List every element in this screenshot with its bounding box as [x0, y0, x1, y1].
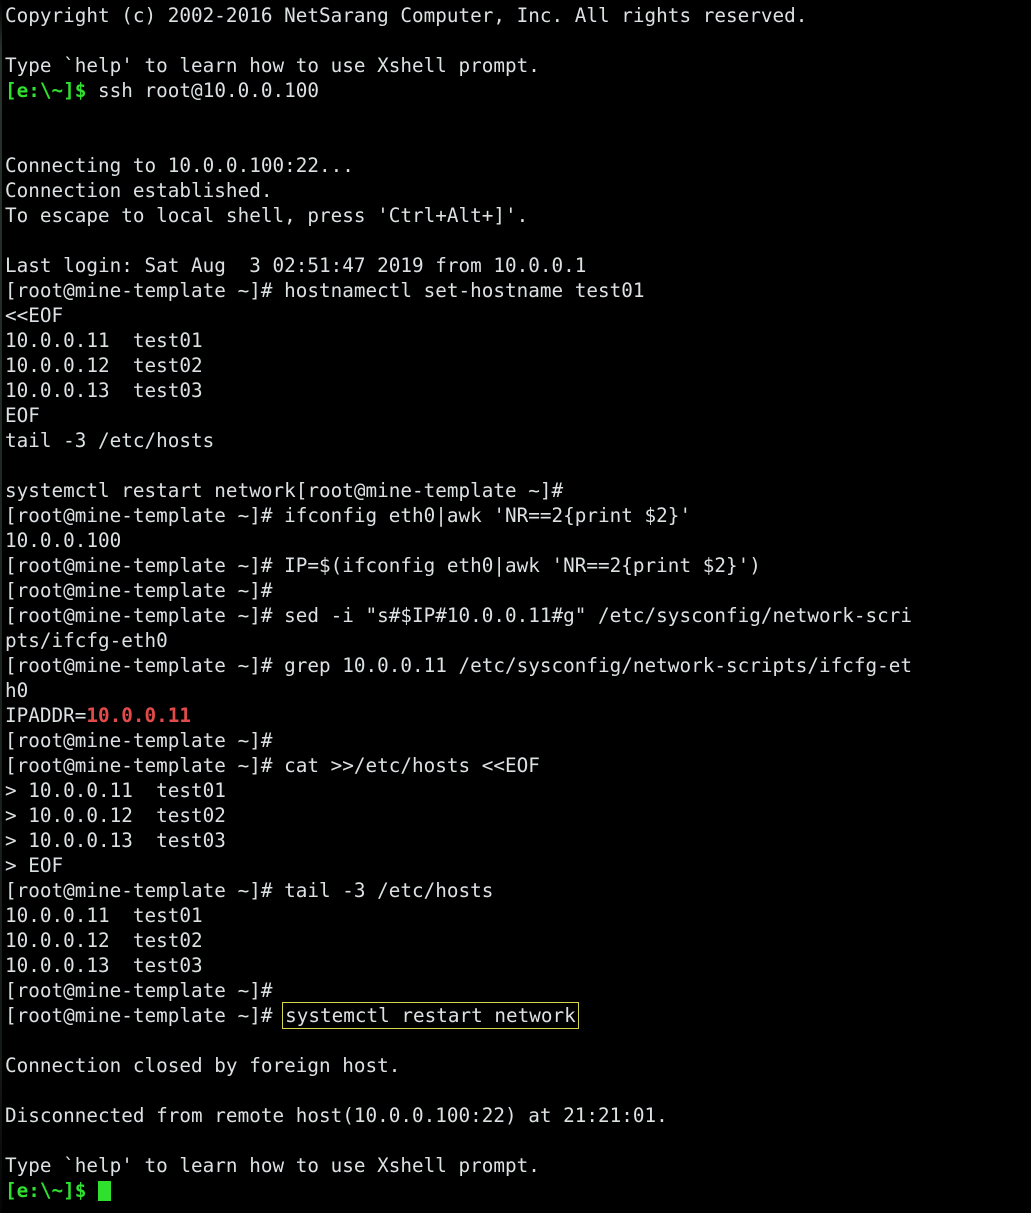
terminal-line: [root@mine-template ~]# systemctl restar…	[5, 1002, 1031, 1029]
terminal-line: 10.0.0.11 test01	[5, 903, 1031, 928]
terminal-text: Type `help' to learn how to use Xshell p…	[5, 1154, 540, 1177]
terminal-line: 10.0.0.12 test02	[5, 928, 1031, 953]
terminal-line: Disconnected from remote host(10.0.0.100…	[5, 1103, 1031, 1128]
terminal-text: [root@mine-template ~]#	[5, 1004, 285, 1027]
terminal-line: 10.0.0.11 test01	[5, 328, 1031, 353]
terminal-line: Last login: Sat Aug 3 02:51:47 2019 from…	[5, 253, 1031, 278]
terminal-line: Connection established.	[5, 178, 1031, 203]
terminal-window[interactable]: Copyright (c) 2002-2016 NetSarang Comput…	[0, 0, 1031, 1213]
terminal-line: 10.0.0.12 test02	[5, 353, 1031, 378]
terminal-text: [root@mine-template ~]# grep 10.0.0.11 /…	[5, 654, 913, 677]
terminal-text: ssh root@10.0.0.100	[86, 79, 319, 102]
terminal-line: IPADDR=10.0.0.11	[5, 703, 1031, 728]
terminal-line: tail -3 /etc/hosts	[5, 428, 1031, 453]
terminal-text: 10.0.0.12 test02	[5, 354, 203, 377]
terminal-line: > 10.0.0.12 test02	[5, 803, 1031, 828]
terminal-line: [root@mine-template ~]# grep 10.0.0.11 /…	[5, 653, 1031, 678]
terminal-line: EOF	[5, 403, 1031, 428]
terminal-text: > 10.0.0.12 test02	[5, 804, 226, 827]
terminal-line: 10.0.0.13 test03	[5, 378, 1031, 403]
terminal-line: To escape to local shell, press 'Ctrl+Al…	[5, 203, 1031, 228]
terminal-text: [root@mine-template ~]#	[5, 729, 273, 752]
terminal-text: > 10.0.0.13 test03	[5, 829, 226, 852]
terminal-text: h0	[5, 679, 29, 702]
terminal-text: pts/ifcfg-eth0	[5, 629, 168, 652]
terminal-text: EOF	[5, 404, 40, 427]
terminal-text: To escape to local shell, press 'Ctrl+Al…	[5, 204, 529, 227]
terminal-line: [e:\~]$	[5, 1178, 1031, 1203]
terminal-text: > 10.0.0.11 test01	[5, 779, 226, 802]
terminal-line: [root@mine-template ~]# IP=$(ifconfig et…	[5, 553, 1031, 578]
terminal-line: > 10.0.0.11 test01	[5, 778, 1031, 803]
terminal-text: Disconnected from remote host(10.0.0.100…	[5, 1104, 668, 1127]
terminal-line: [root@mine-template ~]# ifconfig eth0|aw…	[5, 503, 1031, 528]
terminal-text: [root@mine-template ~]#	[5, 579, 273, 602]
terminal-line: [root@mine-template ~]#	[5, 578, 1031, 603]
terminal-text: Connection established.	[5, 179, 273, 202]
terminal-line: [root@mine-template ~]# cat >>/etc/hosts…	[5, 753, 1031, 778]
terminal-line: Copyright (c) 2002-2016 NetSarang Comput…	[5, 3, 1031, 28]
terminal-line: systemctl restart network[root@mine-temp…	[5, 478, 1031, 503]
terminal-text: [root@mine-template ~]# cat >>/etc/hosts…	[5, 754, 540, 777]
terminal-line: [root@mine-template ~]# hostnamectl set-…	[5, 278, 1031, 303]
terminal-line: h0	[5, 678, 1031, 703]
terminal-text: 10.0.0.13 test03	[5, 954, 203, 977]
terminal-line: Connecting to 10.0.0.100:22...	[5, 153, 1031, 178]
terminal-text: [root@mine-template ~]# sed -i "s#$IP#10…	[5, 604, 913, 627]
terminal-text: Last login: Sat Aug 3 02:51:47 2019 from…	[5, 254, 587, 277]
terminal-text: Connection closed by foreign host.	[5, 1054, 401, 1077]
terminal-screen-buffer[interactable]: Copyright (c) 2002-2016 NetSarang Comput…	[0, 0, 1031, 1203]
terminal-line: pts/ifcfg-eth0	[5, 628, 1031, 653]
text-cursor	[98, 1181, 111, 1201]
highlighted-ip-value: 10.0.0.11	[86, 704, 192, 727]
terminal-text: 10.0.0.100	[5, 529, 122, 552]
terminal-line: > EOF	[5, 853, 1031, 878]
terminal-text: [root@mine-template ~]# IP=$(ifconfig et…	[5, 554, 761, 577]
terminal-text: 10.0.0.11 test01	[5, 904, 203, 927]
terminal-text: Type `help' to learn how to use Xshell p…	[5, 54, 540, 77]
local-shell-prompt: [e:\~]$	[5, 1179, 87, 1202]
terminal-line: 10.0.0.13 test03	[5, 953, 1031, 978]
terminal-text: systemctl restart network[root@mine-temp…	[5, 479, 564, 502]
terminal-line: 10.0.0.100	[5, 528, 1031, 553]
terminal-text: [root@mine-template ~]# tail -3 /etc/hos…	[5, 879, 494, 902]
terminal-text: Connecting to 10.0.0.100:22...	[5, 154, 354, 177]
terminal-line: Type `help' to learn how to use Xshell p…	[5, 53, 1031, 78]
terminal-text: 10.0.0.13 test03	[5, 379, 203, 402]
terminal-text: > EOF	[5, 854, 64, 877]
terminal-line: [root@mine-template ~]# sed -i "s#$IP#10…	[5, 603, 1031, 628]
terminal-line: Connection closed by foreign host.	[5, 1053, 1031, 1078]
terminal-text: [root@mine-template ~]# ifconfig eth0|aw…	[5, 504, 692, 527]
terminal-line: [root@mine-template ~]#	[5, 978, 1031, 1003]
terminal-line: [root@mine-template ~]# tail -3 /etc/hos…	[5, 878, 1031, 903]
terminal-text: 10.0.0.11 test01	[5, 329, 203, 352]
terminal-line: <<EOF	[5, 303, 1031, 328]
terminal-text: 10.0.0.12 test02	[5, 929, 203, 952]
terminal-text: [root@mine-template ~]#	[5, 979, 273, 1002]
terminal-text: Copyright (c) 2002-2016 NetSarang Comput…	[5, 4, 808, 27]
terminal-text: tail -3 /etc/hosts	[5, 429, 215, 452]
local-shell-prompt: [e:\~]$	[5, 79, 87, 102]
terminal-text: <<EOF	[5, 304, 64, 327]
terminal-line: [root@mine-template ~]#	[5, 728, 1031, 753]
terminal-text: [root@mine-template ~]# hostnamectl set-…	[5, 279, 645, 302]
terminal-text: IPADDR=	[5, 704, 87, 727]
terminal-line: [e:\~]$ ssh root@10.0.0.100	[5, 78, 1031, 103]
highlighted-command-box[interactable]: systemctl restart network	[282, 1002, 579, 1029]
terminal-line: > 10.0.0.13 test03	[5, 828, 1031, 853]
terminal-line: Type `help' to learn how to use Xshell p…	[5, 1153, 1031, 1178]
